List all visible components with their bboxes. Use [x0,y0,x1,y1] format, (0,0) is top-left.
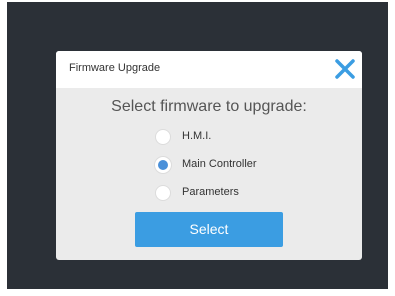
radio-button-icon[interactable] [155,185,171,201]
option-label: Parameters [182,186,239,198]
radio-button-checked-icon[interactable] [155,157,171,173]
dialog-title: Firmware Upgrade [69,62,161,74]
close-icon [335,59,355,79]
firmware-upgrade-dialog: Firmware Upgrade Select firmware to upgr… [56,51,362,260]
close-button[interactable] [334,58,356,80]
prompt-text: Select firmware to upgrade: [111,98,307,115]
option-label: H.M.I. [182,130,212,142]
select-button[interactable]: Select [135,212,283,247]
device-screen: Firmware Upgrade Select firmware to upgr… [7,2,388,289]
option-label: Main Controller [182,158,257,170]
radio-button-icon[interactable] [155,129,171,145]
dialog-header: Firmware Upgrade [56,51,362,88]
